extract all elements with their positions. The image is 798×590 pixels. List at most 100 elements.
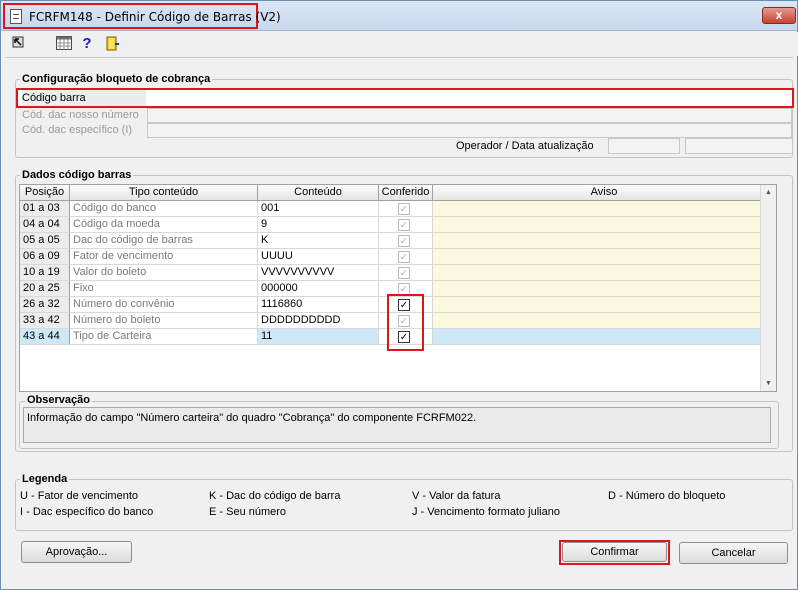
cell-posicao: 20 a 25: [20, 281, 70, 297]
cell-conteudo[interactable]: VVVVVVVVVV: [258, 265, 379, 281]
conferido-checkbox: ✓: [398, 235, 410, 247]
cell-posicao: 10 a 19: [20, 265, 70, 281]
toolbar-divider: [5, 57, 793, 58]
cell-aviso: [433, 281, 776, 297]
cell-conteudo[interactable]: 001: [258, 201, 379, 217]
cell-conferido: ✓: [379, 265, 433, 281]
table-row[interactable]: 01 a 03 Código do banco 001 ✓: [20, 201, 776, 217]
conferido-checkbox: ✓: [398, 267, 410, 279]
main-window: FCRFM148 - Definir Código de Barras (V2)…: [0, 0, 798, 590]
cell-tipo: Tipo de Carteira: [70, 329, 258, 345]
conferido-checkbox: ✓: [398, 251, 410, 263]
cell-posicao: 43 a 44: [20, 329, 70, 345]
title-highlight: FCRFM148 - Definir Código de Barras (V2): [3, 3, 281, 29]
codigo-barra-input[interactable]: [147, 91, 790, 105]
cell-posicao: 26 a 32: [20, 297, 70, 313]
cod-dac-especifico-field[interactable]: [147, 123, 792, 138]
legenda-item: V - Valor da fatura: [412, 490, 501, 502]
cell-conteudo[interactable]: 1116860: [258, 297, 379, 313]
observacao-panel: Observação Informação do campo "Número c…: [19, 394, 779, 449]
window-title: FCRFM148 - Definir Código de Barras (V2): [29, 10, 281, 24]
cell-conteudo[interactable]: DDDDDDDDDD: [258, 313, 379, 329]
cell-posicao: 01 a 03: [20, 201, 70, 217]
cell-aviso: [433, 297, 776, 313]
cell-conferido: ✓: [379, 217, 433, 233]
cell-posicao: 04 a 04: [20, 217, 70, 233]
cell-tipo: Código do banco: [70, 201, 258, 217]
cell-conteudo[interactable]: 000000: [258, 281, 379, 297]
barcode-table: Posição Tipo conteúdo Conteúdo Conferido…: [19, 184, 777, 392]
cell-conferido: ✓: [379, 201, 433, 217]
legenda-item: K - Dac do código de barra: [209, 490, 341, 502]
conferido-checkbox: ✓: [398, 203, 410, 215]
exit-door-icon[interactable]: [104, 36, 120, 52]
col-header-aviso[interactable]: Aviso: [433, 185, 776, 201]
cell-aviso: [433, 265, 776, 281]
cell-conteudo[interactable]: K: [258, 233, 379, 249]
legenda-item: U - Fator de vencimento: [20, 490, 138, 502]
title-bar: FCRFM148 - Definir Código de Barras (V2)…: [1, 1, 797, 31]
cell-aviso: [433, 249, 776, 265]
calendar-grid-icon[interactable]: [56, 36, 72, 52]
cell-tipo: Fator de vencimento: [70, 249, 258, 265]
document-icon: [10, 9, 22, 24]
cell-tipo: Código da moeda: [70, 217, 258, 233]
arrow-icon[interactable]: [10, 36, 26, 52]
cell-conferido: ✓: [379, 233, 433, 249]
cell-aviso: [433, 217, 776, 233]
table-row[interactable]: 05 a 05 Dac do código de barras K ✓: [20, 233, 776, 249]
legenda-group: Legenda U - Fator de vencimento K - Dac …: [15, 473, 793, 531]
conferido-highlight: [387, 294, 424, 351]
col-header-tipo[interactable]: Tipo conteúdo: [70, 185, 258, 201]
cell-tipo: Valor do boleto: [70, 265, 258, 281]
cancelar-button[interactable]: Cancelar: [679, 542, 788, 564]
config-group: Configuração bloqueto de cobrança Código…: [15, 73, 794, 158]
cell-aviso: [433, 329, 776, 345]
operador-label: Operador / Data atualização: [456, 140, 594, 152]
aprovacao-button[interactable]: Aprovação...: [21, 541, 132, 563]
table-scrollbar[interactable]: ▲ ▼: [760, 185, 776, 391]
data-atualizacao-field[interactable]: [685, 138, 793, 154]
cell-tipo: Dac do código de barras: [70, 233, 258, 249]
cell-aviso: [433, 201, 776, 217]
cell-tipo: Número do boleto: [70, 313, 258, 329]
observacao-text: Informação do campo "Número carteira" do…: [23, 407, 771, 443]
table-row[interactable]: 10 a 19 Valor do boleto VVVVVVVVVV ✓: [20, 265, 776, 281]
col-header-conferido[interactable]: Conferido: [379, 185, 433, 201]
scroll-up-icon[interactable]: ▲: [761, 185, 776, 200]
cell-posicao: 06 a 09: [20, 249, 70, 265]
table-row[interactable]: 04 a 04 Código da moeda 9 ✓: [20, 217, 776, 233]
legenda-item: J - Vencimento formato juliano: [412, 506, 560, 518]
dados-legend: Dados código barras: [20, 169, 134, 181]
legenda-item: E - Seu número: [209, 506, 287, 518]
cell-conferido: ✓: [379, 249, 433, 265]
cell-posicao: 05 a 05: [20, 233, 70, 249]
cell-conteudo[interactable]: UUUU: [258, 249, 379, 265]
legenda-legend: Legenda: [20, 473, 70, 485]
cell-aviso: [433, 313, 776, 329]
cell-aviso: [433, 233, 776, 249]
col-header-conteudo[interactable]: Conteúdo: [258, 185, 379, 201]
codigo-barra-label: Código barra: [22, 90, 146, 106]
confirmar-button[interactable]: Confirmar: [562, 542, 667, 562]
cod-dac-nosso-numero-field[interactable]: [147, 108, 792, 123]
cod-dac-nosso-numero-label: Cód. dac nosso número: [22, 109, 139, 121]
cod-dac-especifico-label: Cód. dac específico (I): [22, 124, 133, 136]
cell-conteudo[interactable]: 11: [258, 329, 379, 345]
operador-field[interactable]: [608, 138, 680, 154]
legenda-item: D - Número do bloqueto: [608, 490, 726, 502]
cell-posicao: 33 a 42: [20, 313, 70, 329]
toolbar: ?: [2, 32, 798, 56]
table-row[interactable]: 06 a 09 Fator de vencimento UUUU ✓: [20, 249, 776, 265]
cell-tipo: Fixo: [70, 281, 258, 297]
col-header-posicao[interactable]: Posição: [20, 185, 70, 201]
legenda-item: I - Dac específico do banco: [20, 506, 154, 518]
config-legend: Configuração bloqueto de cobrança: [20, 73, 213, 85]
observacao-legend: Observação: [25, 394, 92, 406]
scroll-down-icon[interactable]: ▼: [761, 376, 776, 391]
help-icon[interactable]: ?: [79, 36, 95, 52]
close-button[interactable]: x: [762, 7, 796, 24]
cell-conteudo[interactable]: 9: [258, 217, 379, 233]
cell-tipo: Número do convênio: [70, 297, 258, 313]
conferido-checkbox: ✓: [398, 219, 410, 231]
